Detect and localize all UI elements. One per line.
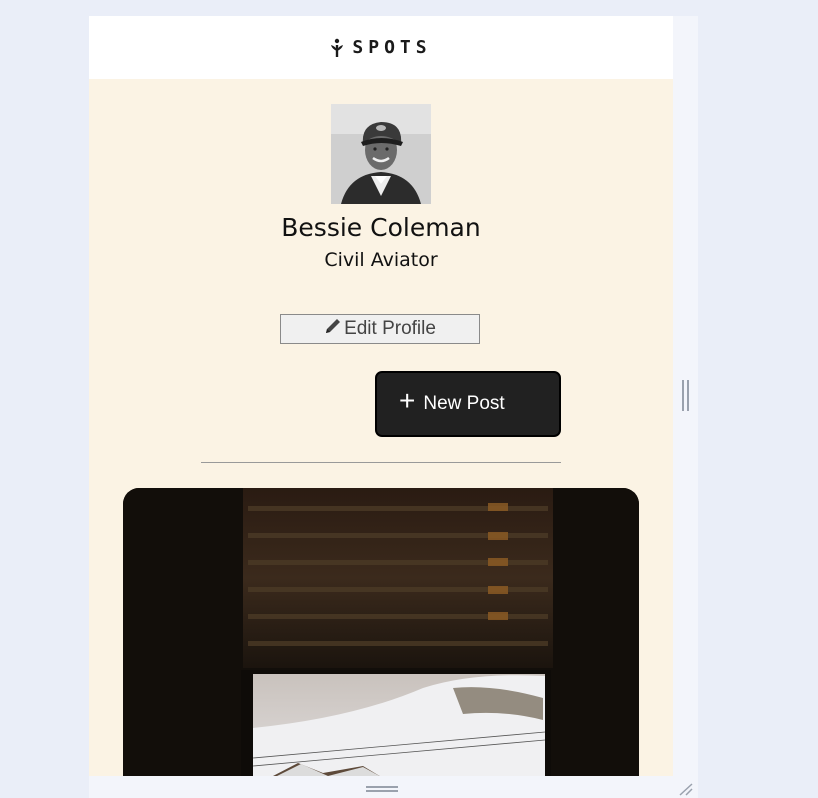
new-post-label: New Post — [423, 393, 505, 414]
resize-corner-icon[interactable] — [678, 782, 694, 796]
logo-text: SPOTS — [352, 37, 432, 58]
horizontal-resize-handle[interactable] — [366, 786, 398, 792]
profile-photo — [331, 104, 431, 204]
post-card[interactable] — [123, 488, 639, 776]
edit-profile-label: Edit Profile — [344, 318, 436, 339]
profile-section: Bessie Coleman Civil Aviator Edit Profil… — [89, 79, 673, 776]
profile-description: Civil Aviator — [324, 249, 438, 271]
profile-name: Bessie Coleman — [281, 213, 481, 242]
avatar — [331, 104, 431, 204]
new-post-button[interactable]: + New Post — [375, 371, 561, 437]
vertical-resize-handle[interactable] — [682, 380, 689, 411]
app-viewport: SPOTS Bessie Coleman Civil Aviator Edit … — [89, 16, 673, 776]
divider — [201, 462, 561, 463]
edit-profile-button[interactable]: Edit Profile — [280, 314, 480, 344]
app-header: SPOTS — [89, 16, 673, 79]
post-image — [123, 488, 639, 776]
sprout-icon — [331, 38, 344, 57]
pencil-icon — [326, 319, 341, 333]
plus-icon: + — [399, 385, 416, 416]
logo[interactable]: SPOTS — [330, 37, 431, 58]
